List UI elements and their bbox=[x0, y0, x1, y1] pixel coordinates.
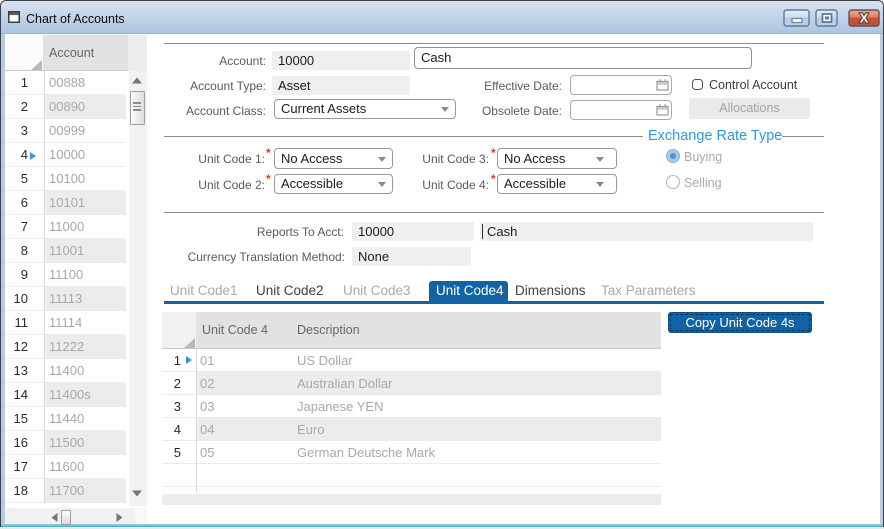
svg-text:X: X bbox=[860, 12, 869, 26]
